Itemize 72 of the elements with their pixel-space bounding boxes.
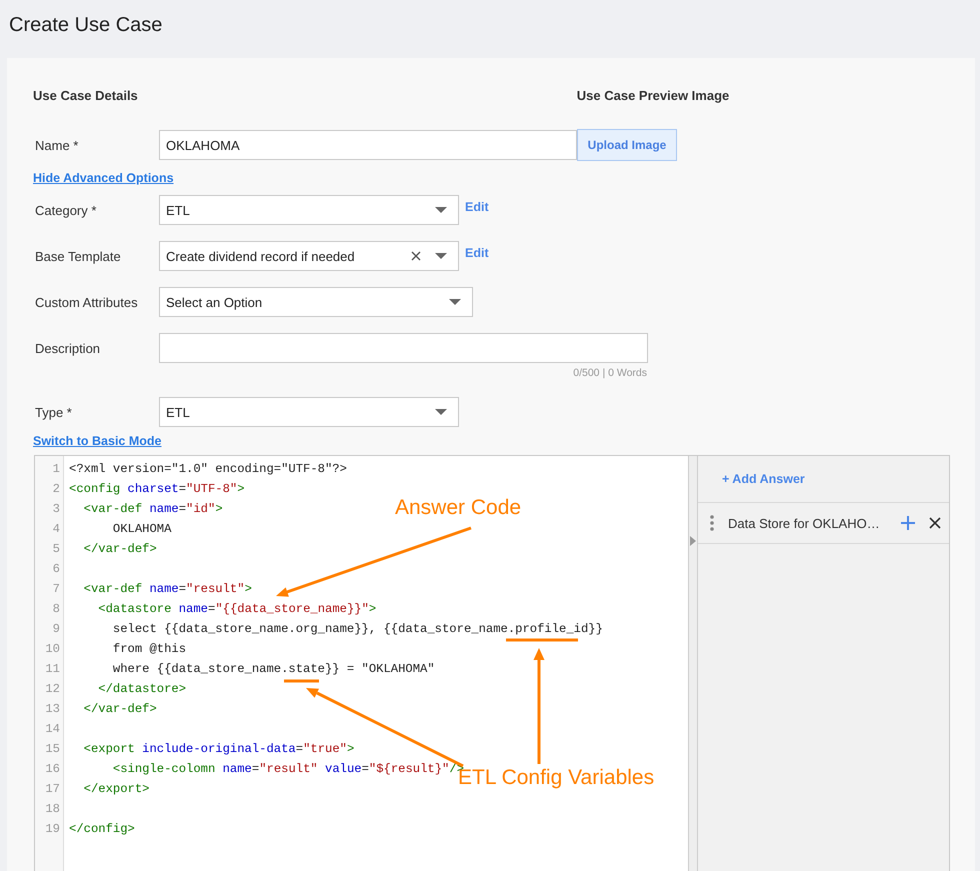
name-field[interactable]: OKLAHOMA [159, 130, 577, 160]
select-field[interactable]: Create dividend record if needed [159, 241, 459, 271]
caret-icon [435, 207, 447, 213]
line-number: 14 [44, 721, 60, 738]
code-line: OKLAHOMA [112, 521, 172, 538]
code-line: select {{data_store_name.org_name}}, {{data_store_name.profile_id}} [112, 621, 603, 638]
field-label: Name * [35, 138, 80, 152]
field-label: Base Template [35, 248, 122, 264]
code-line: </datastore> [97, 681, 186, 698]
code-line: </var-def> [82, 701, 157, 718]
line-number: 5 [52, 541, 60, 558]
select-value: ETL [166, 202, 191, 218]
line-number: 6 [52, 561, 60, 578]
code-line: <?xml version="1.0" encoding="UTF-8"?> [69, 461, 347, 478]
description-field[interactable] [159, 333, 648, 363]
line-number: 10 [44, 641, 60, 658]
code-line: </config> [69, 821, 135, 838]
code-line: where {{data_store_name.state}} = "OKLAHOMA" [112, 661, 435, 678]
field-label: Type * [35, 404, 73, 420]
line-number: 1 [52, 461, 60, 478]
code-line: <config charset="UTF-8"> [69, 481, 245, 498]
caret-icon [449, 299, 461, 305]
code-line: <var-def name="id"> [82, 501, 223, 518]
answer-name: Data Store for OKLAHO… [728, 516, 881, 530]
line-number: 11 [44, 661, 60, 678]
annotation-label: Answer Code [395, 496, 522, 520]
field-label: Description [35, 340, 102, 356]
answer-item[interactable]: Data Store for OKLAHO… [698, 503, 949, 544]
caret-icon [690, 536, 696, 546]
line-number: 3 [52, 501, 60, 518]
code-line: <export include-original-data="true"> [82, 741, 354, 758]
select-value: Select an Option [166, 294, 264, 310]
code-editor[interactable] [35, 456, 688, 871]
character-counter: 0/500 | 0 Words [572, 367, 647, 379]
line-number: 13 [44, 701, 60, 718]
line-number: 8 [52, 601, 60, 618]
underline-mark [506, 638, 578, 642]
line-number: 9 [52, 621, 60, 638]
plus-icon[interactable] [901, 516, 915, 530]
line-number: 4 [52, 521, 60, 538]
line-number: 15 [44, 741, 60, 758]
line-number: 19 [44, 821, 60, 838]
line-number: 12 [44, 681, 60, 698]
code-line: <var-def name="result"> [82, 581, 252, 598]
toggle-link[interactable]: Switch to Basic Mode [33, 434, 162, 448]
code-line: from @this [112, 641, 186, 658]
caret-icon [435, 253, 447, 259]
select-value: Create dividend record if needed [166, 248, 356, 264]
section-heading: Use Case Preview Image [576, 88, 730, 105]
underline-mark [284, 680, 319, 682]
code-line: </var-def> [82, 541, 157, 558]
line-number: 17 [44, 781, 60, 798]
select-field[interactable]: ETL [159, 195, 459, 225]
line-number: 7 [52, 581, 60, 598]
code-line: </export> [82, 781, 150, 798]
select-field[interactable]: Select an Option [159, 287, 473, 317]
page-title: Create Use Case [8, 13, 162, 37]
field-label: Category * [35, 202, 98, 218]
collapse-handle[interactable] [688, 456, 698, 871]
drag-handle-icon[interactable] [710, 515, 714, 531]
clear-icon[interactable] [411, 251, 421, 261]
line-number: 18 [44, 801, 60, 818]
close-icon[interactable] [929, 517, 941, 529]
section-heading: Use Case Details [33, 88, 138, 105]
caret-icon [435, 409, 447, 415]
select-value: ETL [166, 404, 191, 420]
toggle-link[interactable]: Hide Advanced Options [33, 171, 174, 185]
field-label: Custom Attributes [35, 294, 139, 310]
line-number: 2 [52, 481, 60, 498]
select-field[interactable]: ETL [159, 397, 459, 427]
line-number: 16 [44, 761, 60, 778]
code-line: <datastore name="{{data_store_name}}"> [97, 601, 376, 618]
